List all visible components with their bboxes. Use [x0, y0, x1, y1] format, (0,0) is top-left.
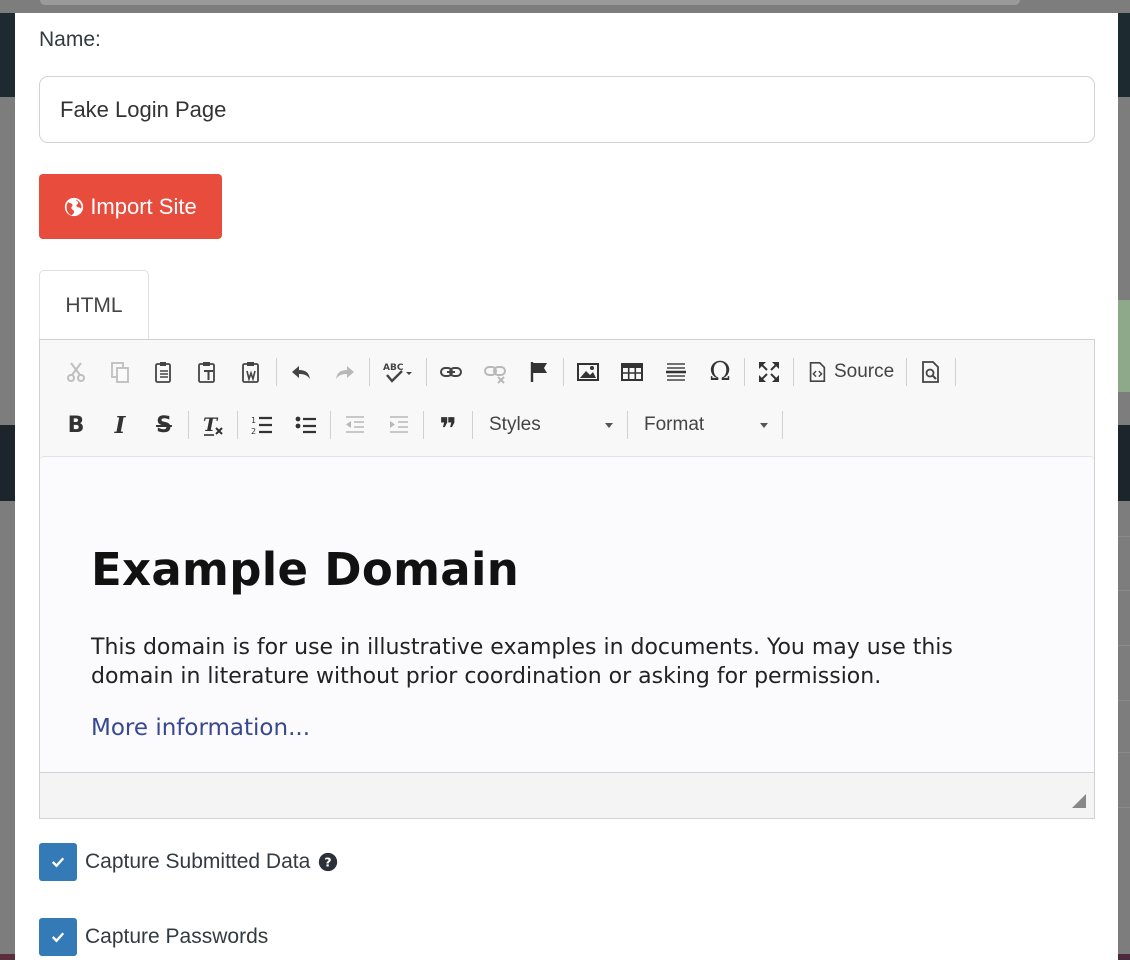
editor-toolbar-row-2: B I S T 12 ❞ Styles Format [54, 402, 785, 448]
link-icon[interactable] [429, 354, 473, 390]
toolbar-separator [563, 358, 564, 386]
background-alert-strip [1116, 300, 1130, 392]
toolbar-separator [237, 411, 238, 439]
anchor-flag-icon[interactable] [517, 354, 561, 390]
blockquote-icon[interactable]: ❞ [426, 407, 470, 447]
import-site-button[interactable]: Import Site [39, 174, 222, 239]
capture-submitted-data-checkbox[interactable] [39, 843, 77, 881]
name-input[interactable] [39, 76, 1095, 143]
toolbar-separator [188, 411, 189, 439]
toolbar-separator [369, 358, 370, 386]
special-char-icon[interactable]: Ω [698, 354, 742, 390]
toolbar-separator [782, 411, 783, 439]
format-dropdown[interactable]: Format [630, 407, 780, 443]
undo-icon[interactable] [279, 354, 323, 390]
indent-icon[interactable] [377, 407, 421, 443]
paste-word-icon[interactable] [230, 354, 274, 390]
capture-passwords-option: Capture Passwords [39, 918, 268, 956]
toolbar-separator [955, 358, 957, 386]
chevron-down-icon [605, 422, 613, 428]
capture-submitted-data-option: Capture Submitted Data ? [39, 843, 338, 881]
redo-icon[interactable] [323, 354, 367, 390]
svg-text:1: 1 [251, 416, 256, 425]
toolbar-separator [330, 411, 331, 439]
strikethrough-icon[interactable]: S [142, 407, 186, 443]
spellcheck-icon[interactable]: ABC [372, 354, 424, 390]
table-icon[interactable] [610, 354, 654, 390]
name-label: Name: [39, 28, 101, 51]
checkmark-icon [51, 857, 65, 868]
format-label: Format [644, 414, 705, 435]
resize-grip-icon[interactable] [1072, 794, 1086, 808]
content-paragraph-line-2: domain in literature without prior coord… [91, 664, 882, 689]
chevron-down-icon [760, 422, 768, 428]
toolbar-separator [627, 411, 628, 439]
copy-icon[interactable] [98, 354, 142, 390]
italic-icon[interactable]: I [98, 407, 142, 443]
rich-text-editor: ABC Ω Source B I S T 1 2 ❞ Styles Format… [39, 339, 1095, 819]
source-button[interactable]: Source [796, 354, 904, 390]
svg-text:?: ? [325, 855, 332, 870]
content-heading: Example Domain [91, 543, 520, 596]
question-circle-icon[interactable]: ? [318, 852, 338, 872]
bulleted-list-icon[interactable] [284, 407, 328, 443]
maximize-icon[interactable] [747, 354, 791, 390]
editor-status-bar [40, 772, 1094, 818]
preview-icon[interactable] [909, 354, 953, 390]
editor-content-area[interactable]: Example Domain This domain is for use in… [40, 456, 1094, 772]
toolbar-separator [906, 358, 908, 386]
capture-passwords-label: Capture Passwords [85, 925, 269, 948]
styles-dropdown[interactable]: Styles [475, 407, 625, 443]
styles-label: Styles [489, 414, 541, 435]
new-landing-page-modal: Name: Import Site HTML [15, 13, 1118, 960]
outdent-icon[interactable] [333, 407, 377, 443]
content-paragraph: This domain is for use in illustrative e… [91, 633, 991, 691]
capture-passwords-checkbox[interactable] [39, 918, 77, 956]
paste-text-icon[interactable] [186, 354, 230, 390]
cut-icon[interactable] [54, 354, 98, 390]
numbered-list-icon[interactable]: 12 [240, 407, 284, 443]
image-icon[interactable] [566, 354, 610, 390]
toolbar-separator [426, 358, 427, 386]
horizontal-line-icon[interactable] [654, 354, 698, 390]
globe-icon [65, 197, 84, 216]
content-paragraph-line-1: This domain is for use in illustrative e… [91, 635, 953, 660]
background-top-bar [40, 0, 1020, 5]
toolbar-separator [423, 411, 424, 439]
more-information-link[interactable]: More information... [91, 715, 310, 741]
source-icon [809, 362, 826, 382]
editor-toolbar-row-1: ABC Ω Source [54, 349, 958, 395]
toolbar-separator [744, 358, 745, 386]
tab-html[interactable]: HTML [39, 270, 149, 341]
paste-icon[interactable] [142, 354, 186, 390]
svg-text:2: 2 [251, 427, 256, 436]
toolbar-separator [472, 411, 473, 439]
unlink-icon[interactable] [473, 354, 517, 390]
checkmark-icon [51, 932, 65, 943]
bold-icon[interactable]: B [54, 407, 98, 443]
capture-submitted-data-label: Capture Submitted Data [85, 850, 311, 873]
remove-format-icon[interactable]: T [191, 407, 235, 443]
import-site-label: Import Site [90, 193, 197, 219]
toolbar-separator [793, 358, 794, 386]
source-label: Source [834, 361, 895, 382]
toolbar-separator [276, 358, 277, 386]
